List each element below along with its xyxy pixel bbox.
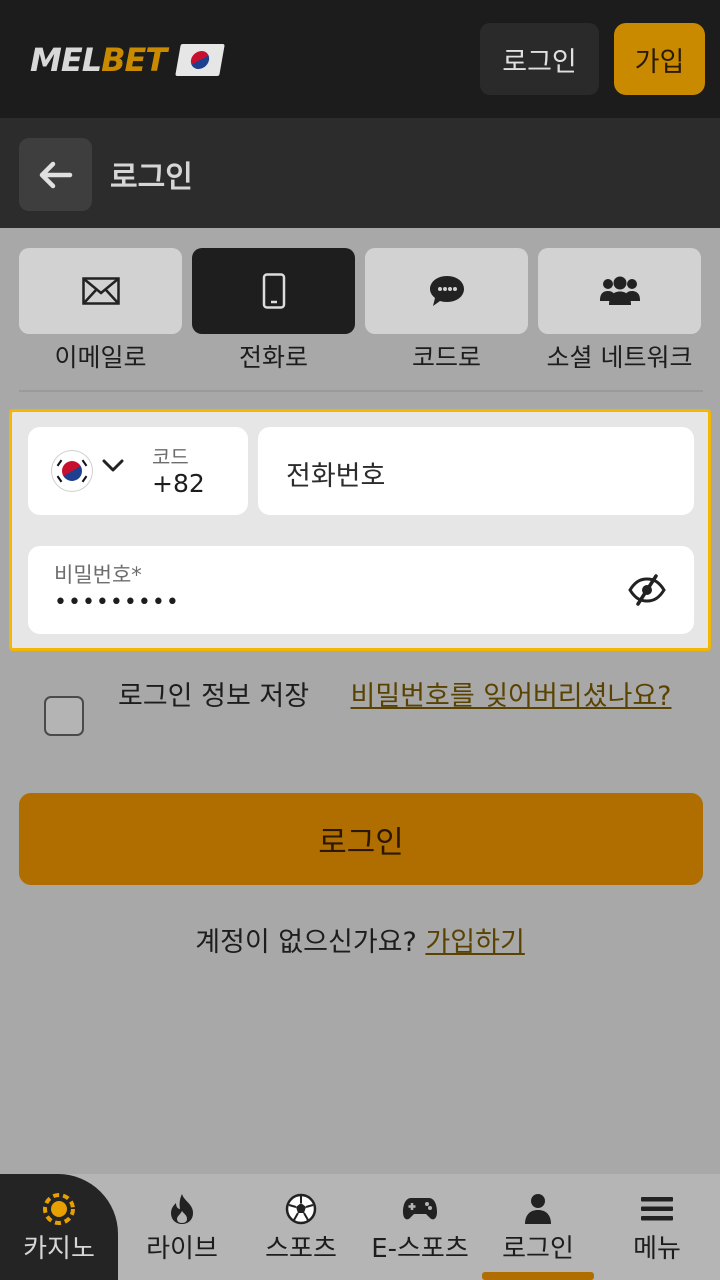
korea-flag-icon (175, 44, 225, 76)
casino-chip-icon (43, 1193, 75, 1225)
page-header: 로그인 (0, 118, 720, 228)
password-label: 비밀번호* (54, 563, 142, 587)
nav-login[interactable]: 로그인 (480, 1174, 596, 1280)
tab-phone[interactable] (192, 248, 355, 334)
header-signup-button[interactable]: 가입 (614, 23, 705, 95)
nav-sports[interactable]: 스포츠 (242, 1174, 360, 1280)
code-label: 코드 (152, 445, 189, 469)
code-value: +82 (152, 469, 205, 498)
logo-text-mel: MEL (30, 41, 102, 79)
nav-live[interactable]: 라이브 (122, 1174, 242, 1280)
country-code-select[interactable]: 코드 +82 (28, 427, 248, 515)
header-login-button[interactable]: 로그인 (480, 23, 599, 95)
tab-code-label: 코드로 (411, 343, 481, 372)
signup-link[interactable]: 가입하기 (425, 927, 524, 958)
tab-code[interactable] (365, 248, 528, 334)
phone-icon (262, 273, 285, 309)
back-button[interactable] (19, 138, 92, 211)
nav-esports[interactable]: E-스포츠 (360, 1174, 480, 1280)
soccer-ball-icon (285, 1193, 317, 1225)
signup-prompt: 계정이 없으신가요? 가입하기 (0, 920, 720, 959)
phone-number-input[interactable]: 전화번호 (258, 427, 694, 515)
login-button[interactable]: 로그인 (19, 793, 703, 885)
nav-menu[interactable]: 메뉴 (598, 1174, 716, 1280)
tab-phone-label: 전화로 (238, 343, 308, 372)
tab-email-label: 이메일로 (54, 343, 147, 372)
flame-icon (171, 1194, 193, 1224)
forgot-password-link[interactable]: 비밀번호를 잊어버리셨나요? (350, 680, 672, 713)
envelope-icon (81, 277, 120, 305)
password-input[interactable]: 비밀번호* ••••••••• (28, 546, 694, 634)
melbet-logo[interactable]: MELBET (30, 40, 225, 80)
nav-sports-label: 스포츠 (265, 1234, 337, 1264)
top-bar: MELBET 로그인 가입 (0, 0, 720, 118)
korea-flag-icon (52, 451, 92, 491)
divider (19, 390, 703, 392)
remember-me-label: 로그인 정보 저장 (118, 681, 310, 712)
nav-casino[interactable]: 카지노 (0, 1174, 118, 1280)
bottom-nav: 카지노 라이브 스포츠 E-스포츠 로그인 메뉴 (0, 1174, 720, 1280)
remember-me-checkbox[interactable] (44, 696, 84, 736)
active-nav-indicator (482, 1272, 594, 1280)
tab-social-label: 소셜 네트워크 (546, 343, 693, 372)
hamburger-icon (641, 1197, 673, 1221)
gamepad-icon (403, 1198, 437, 1220)
nav-menu-label: 메뉴 (633, 1234, 681, 1264)
tab-social[interactable] (538, 248, 701, 334)
phone-placeholder: 전화번호 (286, 461, 386, 492)
chevron-down-icon (102, 459, 124, 472)
nav-login-label: 로그인 (502, 1234, 574, 1264)
password-value: ••••••••• (54, 590, 180, 615)
nav-casino-label: 카지노 (23, 1234, 95, 1264)
tab-email[interactable] (19, 248, 182, 334)
nav-esports-label: E-스포츠 (371, 1234, 469, 1264)
logo-text-bet: BET (101, 41, 167, 79)
user-icon (525, 1194, 551, 1224)
page-title: 로그인 (110, 160, 193, 195)
signup-prompt-text: 계정이 없으신가요? (195, 927, 426, 958)
users-icon (599, 276, 640, 305)
nav-live-label: 라이브 (146, 1234, 218, 1264)
chat-icon (429, 276, 464, 306)
arrow-left-icon (39, 161, 72, 188)
eye-slash-icon[interactable] (628, 574, 666, 606)
